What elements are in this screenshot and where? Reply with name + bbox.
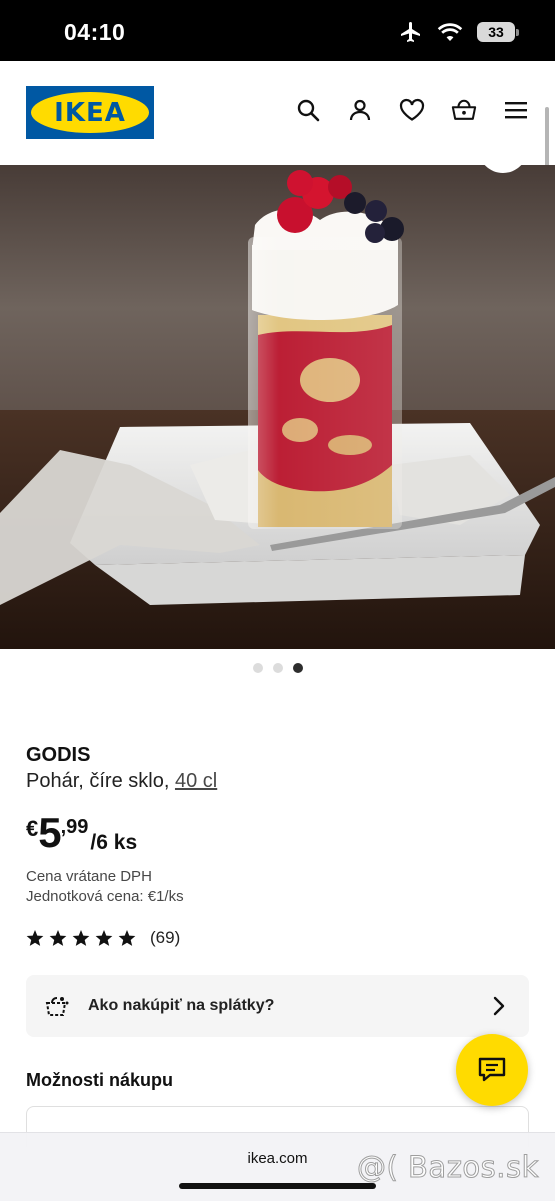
site-header: IKEA — [0, 61, 555, 165]
gallery-dot[interactable] — [252, 663, 263, 673]
home-indicator[interactable] — [179, 1183, 376, 1189]
header-actions — [295, 97, 529, 123]
chat-button[interactable] — [456, 1034, 528, 1106]
airplane-icon — [401, 22, 420, 42]
wifi-icon — [437, 23, 463, 41]
product-image[interactable] — [0, 165, 555, 649]
status-bar: 04:10 33 — [0, 0, 555, 61]
basket-icon[interactable] — [451, 97, 477, 123]
chat-icon — [478, 1057, 506, 1082]
installments-label: Ako nakúpiť na splátky? — [88, 997, 275, 1014]
product-price: € 5 ,99 /6 ks — [26, 812, 137, 855]
gallery-pagination — [0, 663, 555, 673]
star-icon — [95, 929, 113, 946]
star-icon — [49, 929, 67, 946]
battery-indicator: 33 — [477, 22, 519, 42]
price-currency: € — [26, 816, 39, 841]
installments-icon — [45, 997, 69, 1016]
installments-button[interactable]: Ako nakúpiť na splátky? — [26, 975, 529, 1037]
logo-text: IKEA — [54, 97, 126, 128]
rating-stars — [26, 929, 136, 947]
star-icon — [26, 929, 44, 946]
vat-note: Cena vrátane DPH — [26, 868, 152, 885]
price-integer: 5 — [38, 809, 61, 856]
menu-icon[interactable] — [503, 97, 529, 123]
gallery-dot-active[interactable] — [292, 663, 303, 673]
product-type: Pohár, číre sklo, — [26, 770, 175, 792]
rating-count[interactable]: (69) — [150, 928, 180, 948]
clock: 04:10 — [64, 19, 126, 45]
watermark: @( Bazos.sk — [357, 1150, 539, 1185]
price-unit: /6 ks — [90, 831, 138, 854]
unit-price: Jednotková cena: €1/ks — [26, 888, 184, 905]
product-name: GODIS — [26, 744, 91, 766]
product-rating[interactable]: (69) — [26, 928, 180, 948]
price-decimal: ,99 — [60, 816, 89, 838]
buy-options-heading: Možnosti nákupu — [26, 1070, 173, 1090]
user-icon[interactable] — [347, 97, 373, 123]
status-icons: 33 — [399, 19, 519, 45]
product-description: Pohár, číre sklo, 40 cl — [26, 770, 217, 793]
ikea-logo[interactable]: IKEA — [26, 86, 154, 139]
size-link[interactable]: 40 cl — [175, 770, 217, 792]
star-icon — [118, 929, 136, 946]
chevron-right-icon — [493, 996, 505, 1016]
heart-icon[interactable] — [399, 97, 425, 123]
star-icon — [72, 929, 90, 946]
gallery-dot[interactable] — [272, 663, 283, 673]
dessert-glass-photo — [0, 165, 555, 649]
logo-ellipse: IKEA — [31, 92, 149, 133]
search-icon[interactable] — [295, 97, 321, 123]
